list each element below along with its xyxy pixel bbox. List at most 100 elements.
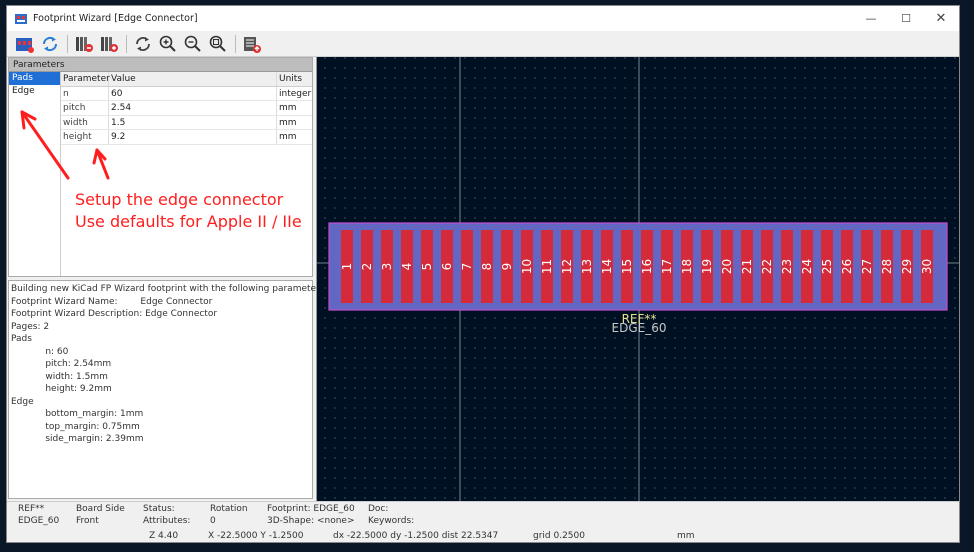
parameter-value[interactable]: 9.2 <box>109 130 277 144</box>
log-line: top_margin: 0.75mm <box>11 421 140 432</box>
footprint-canvas[interactable]: 1 2 3 4 5 6 7 8 9 10 11 12 13 14 15 16 17 18 19 20 21 22 23 24 2… <box>316 57 959 501</box>
status-units: mm <box>677 531 695 541</box>
pad-number-label: 19 <box>700 259 714 274</box>
status-side-value: Front <box>76 516 99 526</box>
pad-number-label: 27 <box>860 259 874 274</box>
annotation-line-2: Use defaults for Apple II / IIe <box>75 212 302 231</box>
window-title: Footprint Wizard [Edge Connector] <box>33 13 198 24</box>
status-doc-label: Doc: <box>368 504 389 514</box>
status-delta: dx -22.5000 dy -1.2500 dist 22.5347 <box>333 531 499 541</box>
zoom-in-button[interactable] <box>156 33 180 55</box>
table-row: height 9.2 mm <box>61 130 312 145</box>
log-line: width: 1.5mm <box>11 371 108 382</box>
maximize-icon[interactable]: ☐ <box>888 6 924 31</box>
status-bar: REF** EDGE_60 Board Side Front Status: A… <box>7 501 959 542</box>
log-line: side_margin: 2.39mm <box>11 434 144 444</box>
footprint-wizard-window: Footprint Wizard [Edge Connector] — ☐ ✕ <box>6 5 960 543</box>
pad-number-label: 22 <box>760 259 774 274</box>
pad-number-label: 12 <box>560 259 574 274</box>
footprint-preview: 1 2 3 4 5 6 7 8 9 10 11 12 13 14 15 16 17 18 19 20 21 22 23 24 2… <box>317 57 959 501</box>
pad-number-label: 7 <box>460 263 474 271</box>
parameter-value[interactable]: 2.54 <box>109 101 277 115</box>
log-line: Edge <box>11 396 34 407</box>
log-line: Footprint Wizard Name: Edge Connector <box>11 296 213 307</box>
pad-number-label: 4 <box>400 263 414 271</box>
parameter-table-header: Parameter Value Units <box>61 72 312 87</box>
pad-number-label: 13 <box>580 259 594 274</box>
pad-number-label: 9 <box>500 263 514 271</box>
parameters-panel: Parameters Pads Edge Parameter Value Uni… <box>7 57 328 501</box>
parameters-header: Parameters <box>9 58 312 72</box>
status-ref-value: EDGE_60 <box>18 516 60 526</box>
pad-number-label: 23 <box>780 259 794 274</box>
redraw-icon <box>136 36 150 51</box>
zoom-out-button[interactable] <box>181 33 205 55</box>
log-line: pitch: 2.54mm <box>11 359 112 369</box>
parameter-table: Parameter Value Units n 60 integer pitch… <box>61 72 312 145</box>
pad-number-label: 28 <box>880 259 894 274</box>
refresh-button[interactable] <box>38 33 62 55</box>
status-rotation-value: 0 <box>210 516 216 526</box>
status-rotation-label: Rotation <box>210 504 248 514</box>
parameter-units: mm <box>279 132 297 142</box>
pad-number-label: 15 <box>620 259 634 274</box>
page-item-edge[interactable]: Edge <box>9 85 60 98</box>
status-3d-shape-label: 3D-Shape: <none> <box>267 516 355 526</box>
parameter-value[interactable]: 60 <box>109 86 277 100</box>
app-icon <box>15 13 27 24</box>
export-library-button[interactable] <box>72 33 96 55</box>
export-library-icon <box>76 36 93 52</box>
pad-number-label: 24 <box>800 259 814 274</box>
show-footprint-icon <box>244 36 261 53</box>
refresh-icon <box>42 36 58 51</box>
parameter-name: pitch <box>61 101 109 115</box>
pad-number-label: 20 <box>720 259 734 274</box>
parameter-value[interactable]: 1.5 <box>109 115 277 129</box>
column-header-value: Value <box>109 72 277 86</box>
pad-number-label: 26 <box>840 259 854 274</box>
log-line: bottom_margin: 1mm <box>11 409 144 419</box>
build-log[interactable]: Building new KiCad FP Wizard footprint w… <box>8 280 328 499</box>
zoom-fit-button[interactable] <box>206 33 230 55</box>
pad-number-label: 18 <box>680 259 694 274</box>
title-bar: Footprint Wizard [Edge Connector] — ☐ ✕ <box>7 6 959 31</box>
log-line: n: 60 <box>11 346 69 357</box>
pad-number-label: 2 <box>360 263 374 271</box>
table-row: n 60 integer <box>61 86 312 101</box>
pad-number-label: 30 <box>920 259 934 274</box>
zoom-in-icon <box>159 35 176 52</box>
pad-number-label: 6 <box>440 263 454 271</box>
zoom-out-icon <box>184 35 201 52</box>
pad-number-label: 3 <box>380 263 394 271</box>
redraw-button[interactable] <box>131 33 155 55</box>
wizard-select-button[interactable] <box>13 33 37 55</box>
status-side-label: Board Side <box>76 504 125 514</box>
pad-number-label: 11 <box>540 259 554 274</box>
toolbar-separator <box>67 34 68 53</box>
table-row: pitch 2.54 mm <box>61 101 312 116</box>
parameter-units: mm <box>279 103 297 113</box>
zoom-fit-icon <box>209 35 226 52</box>
parameters-grid: Parameters Pads Edge Parameter Value Uni… <box>8 57 313 277</box>
parameter-units: mm <box>279 117 297 128</box>
pad-number-label: 8 <box>480 263 494 271</box>
pad-number-label: 10 <box>520 259 534 274</box>
log-line: Pads <box>11 334 32 344</box>
status-keywords-label: Keywords: <box>368 516 415 526</box>
table-row: width 1.5 mm <box>61 115 312 130</box>
minimize-icon[interactable]: — <box>853 6 889 31</box>
toolbar <box>7 31 959 57</box>
value-label: EDGE_60 <box>612 321 667 335</box>
parameter-name: width <box>61 115 109 129</box>
wizard-select-icon <box>16 37 34 53</box>
status-grid: grid 0.2500 <box>533 531 585 541</box>
show-footprint-button[interactable] <box>240 33 264 55</box>
parameter-name: height <box>61 130 109 144</box>
parameter-units: integer <box>279 88 312 99</box>
close-icon[interactable]: ✕ <box>923 6 959 31</box>
log-line: Building new KiCad FP Wizard footprint w… <box>11 284 328 294</box>
status-coordinates: X -22.5000 Y -1.2500 <box>208 531 304 541</box>
export-board-button[interactable] <box>97 33 121 55</box>
page-item-pads[interactable]: Pads <box>9 72 60 85</box>
pad-number-label: 29 <box>900 259 914 274</box>
